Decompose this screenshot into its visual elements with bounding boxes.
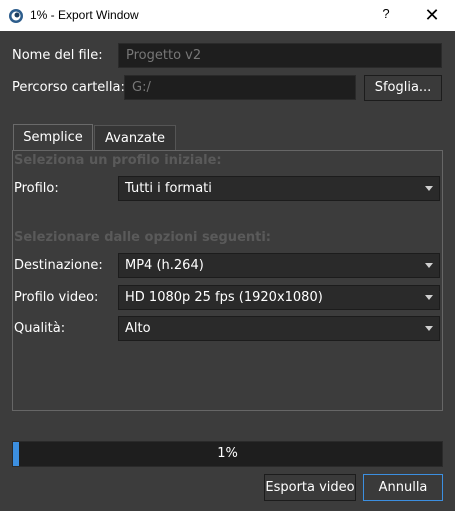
quality-dropdown[interactable]: Alto: [118, 316, 440, 341]
close-button[interactable]: ✕: [419, 3, 445, 27]
quality-dropdown-value: Alto: [125, 321, 151, 336]
folder-path-input[interactable]: G:/: [124, 75, 356, 100]
video-profile-dropdown-value: HD 1080p 25 fps (1920x1080): [125, 290, 323, 305]
cancel-button[interactable]: Annulla: [363, 474, 443, 501]
profile-section-heading: Seleziona un profilo iniziale:: [14, 153, 222, 168]
file-name-label: Nome del file:: [12, 48, 103, 63]
chevron-down-icon: [425, 326, 433, 331]
file-name-input[interactable]: Progetto v2: [118, 43, 442, 68]
chevron-down-icon: [425, 263, 433, 268]
export-video-button[interactable]: Esporta video: [264, 474, 356, 501]
tab-advanced[interactable]: Avanzate: [94, 125, 176, 151]
tab-simple[interactable]: Semplice: [13, 124, 93, 151]
destination-dropdown-value: MP4 (h.264): [125, 258, 204, 273]
help-button[interactable]: ?: [374, 6, 398, 26]
video-profile-dropdown[interactable]: HD 1080p 25 fps (1920x1080): [118, 285, 440, 310]
profile-dropdown[interactable]: Tutti i formati: [118, 176, 440, 201]
progress-text: 1%: [217, 446, 238, 461]
chevron-down-icon: [425, 186, 433, 191]
destination-label: Destinazione:: [14, 258, 103, 273]
quality-label: Qualità:: [14, 321, 66, 336]
browse-button[interactable]: Sfoglia...: [364, 75, 442, 101]
destination-dropdown[interactable]: MP4 (h.264): [118, 253, 440, 278]
video-profile-label: Profilo video:: [14, 290, 99, 305]
openshot-app-icon: [9, 9, 23, 23]
chevron-down-icon: [425, 295, 433, 300]
profile-dropdown-value: Tutti i formati: [125, 181, 212, 196]
folder-path-label: Percorso cartella:: [12, 80, 125, 95]
window-title: 1% - Export Window: [30, 8, 139, 22]
options-section-heading: Selezionare dalle opzioni seguenti:: [14, 230, 272, 245]
export-progress-bar: 1%: [12, 441, 443, 467]
profile-label: Profilo:: [14, 181, 59, 196]
title-bar: 1% - Export Window ? ✕: [0, 0, 455, 31]
